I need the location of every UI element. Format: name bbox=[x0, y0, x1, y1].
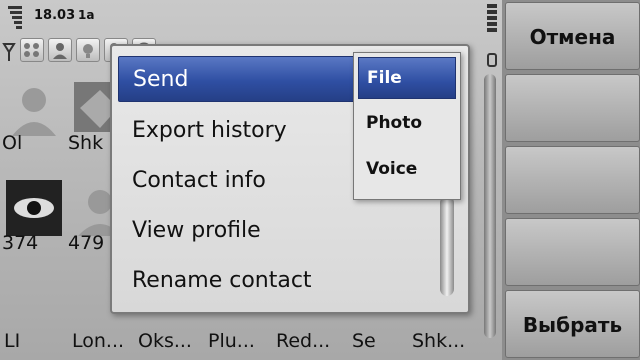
battery-icon bbox=[487, 4, 497, 67]
avatar bbox=[12, 88, 56, 136]
softkey-empty bbox=[505, 74, 640, 142]
cancel-button-label: Отмена bbox=[529, 25, 616, 49]
submenu-item-label: Photo bbox=[366, 113, 423, 133]
contact-name[interactable]: Se bbox=[352, 330, 376, 352]
select-button-label: Выбрать bbox=[522, 313, 623, 337]
contact-name[interactable]: LI bbox=[4, 330, 20, 352]
menu-item-send[interactable]: Send bbox=[118, 56, 358, 102]
menu-item-label: View profile bbox=[132, 218, 261, 243]
cancel-button[interactable]: Отмена bbox=[505, 2, 640, 70]
contact-name: Ol bbox=[2, 132, 23, 154]
menu-item-label: Contact info bbox=[132, 168, 266, 193]
menu-scrollbar[interactable] bbox=[440, 196, 454, 296]
status-icon[interactable] bbox=[76, 38, 100, 62]
status-bar: 18.03 1a bbox=[0, 0, 500, 67]
contact-cell[interactable]: 374 bbox=[0, 172, 64, 260]
contact-cell[interactable]: Ol bbox=[0, 72, 64, 160]
menu-item-label: Rename contact bbox=[132, 268, 312, 293]
contact-name[interactable]: Plu... bbox=[208, 330, 255, 352]
submenu-item-voice[interactable]: Voice bbox=[358, 149, 456, 191]
contact-name[interactable]: Lon... bbox=[72, 330, 124, 352]
softkey-empty bbox=[505, 146, 640, 214]
contact-name[interactable]: Red... bbox=[276, 330, 330, 352]
user-icon[interactable] bbox=[48, 38, 72, 62]
signal-strength-icon bbox=[8, 6, 22, 29]
avatar bbox=[6, 180, 62, 236]
menu-item-view-profile[interactable]: View profile bbox=[118, 208, 458, 254]
contact-name: 374 bbox=[2, 232, 39, 254]
contact-name[interactable]: Oks... bbox=[138, 330, 192, 352]
submenu-item-label: File bbox=[367, 68, 402, 88]
clock: 18.03 bbox=[34, 8, 76, 23]
select-button[interactable]: Выбрать bbox=[505, 290, 640, 358]
softkey-empty bbox=[505, 218, 640, 286]
send-submenu: File Photo Voice bbox=[353, 52, 461, 200]
grid-scrollbar[interactable] bbox=[484, 74, 496, 338]
network-indicator: 1a bbox=[78, 8, 95, 22]
submenu-item-photo[interactable]: Photo bbox=[358, 103, 456, 145]
submenu-item-label: Voice bbox=[366, 159, 418, 179]
softkey-panel: Отмена Выбрать bbox=[502, 0, 640, 360]
all-contacts-icon[interactable] bbox=[20, 38, 44, 62]
menu-item-label: Export history bbox=[132, 118, 287, 143]
submenu-item-file[interactable]: File bbox=[358, 57, 456, 99]
menu-item-rename-contact[interactable]: Rename contact bbox=[118, 258, 458, 304]
contact-name[interactable]: Shk... bbox=[412, 330, 465, 352]
antenna-icon bbox=[2, 43, 16, 61]
menu-item-label: Send bbox=[133, 67, 189, 92]
